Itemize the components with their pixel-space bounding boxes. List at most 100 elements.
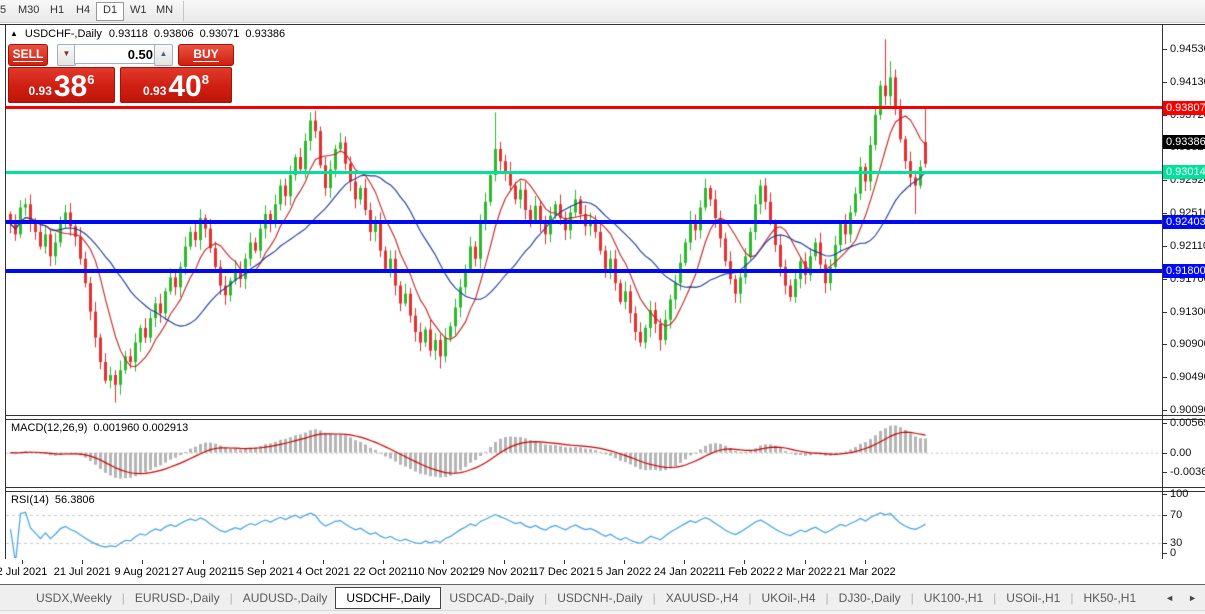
timeframe-button-d1[interactable]: D1 [96,2,124,21]
spin-up-icon: ▲ [160,49,168,58]
chart-symbol-period: USDCHF-,Daily [25,28,102,40]
date-axis-label: 21 Jul 2021 [54,566,111,578]
date-axis-label: 9 Aug 2021 [115,566,171,578]
tab-separator: | [824,591,831,605]
buy-price-big: 40 [168,74,201,100]
date-axis-tick [203,560,204,564]
tab-separator: | [909,591,916,605]
date-axis-tick [323,560,324,564]
date-axis-tick [865,560,866,564]
main-chart-bottom-border [5,415,1205,416]
chart-tab-usdx-weekly[interactable]: USDX,Weekly [28,588,120,608]
rsi-panel[interactable]: RSI(14) 56.3806 [6,492,1162,558]
buy-price-prefix: 0.93 [143,84,166,98]
date-axis-label: 4 Oct 2021 [296,566,350,578]
chart-tab-ukoil-h4[interactable]: UKOil-,H4 [754,588,824,608]
tab-scroll-arrows: ◄► [1165,593,1197,603]
symbol-marker-icon: ▲ [10,29,18,38]
date-axis-label: 2 Mar 2022 [777,566,833,578]
price-axis-tick: 0.94530 [1170,43,1205,55]
macd-axis[interactable]: 0.0056920.00-0.00365 [1163,418,1205,487]
tab-separator: | [991,591,998,605]
price-chart-area[interactable]: ▲ USDCHF-,Daily 0.93118 0.93806 0.93071 … [6,25,1162,415]
date-axis-tick [383,560,384,564]
date-axis-tick [443,560,444,564]
buy-price-display[interactable]: 0.93 40 8 [120,67,232,103]
chart-tab-usoil-h1[interactable]: USOil-,H1 [998,588,1068,608]
date-axis-label: 5 Jan 2022 [597,566,651,578]
macd-axis-tick: 0.005692 [1170,417,1205,429]
rsi-axis[interactable]: 10070300 [1163,490,1205,559]
timeframe-button-5[interactable]: 5 [0,2,12,19]
sell-price-prefix: 0.93 [29,84,52,98]
timeframe-button-m30[interactable]: M30 [12,2,45,19]
chart-tab-usdcnh-daily[interactable]: USDCNH-,Daily [549,588,650,608]
price-axis-tick: 0.94130 [1170,76,1205,88]
sell-price-big: 38 [54,74,87,100]
timeframe-button-h4[interactable]: H4 [70,2,96,19]
rsi-axis-tick: 70 [1170,509,1182,521]
chart-tab-xauusd-h4[interactable]: XAUUSD-,H4 [658,588,747,608]
chart-tab-usdchf-daily[interactable]: USDCHF-,Daily [335,587,441,609]
rsi-canvas[interactable] [6,492,1162,558]
toolbar-separator [183,1,184,21]
macd-panel-bottom-border[interactable] [5,487,1205,488]
chart-tab-usdcad-daily[interactable]: USDCAD-,Daily [441,588,542,608]
price-axis[interactable]: 0.945300.941300.937200.933200.929200.925… [1163,25,1205,415]
date-axis-tick [22,560,23,564]
support-line-teal[interactable] [6,171,1162,174]
chart-tab-dj30-daily[interactable]: DJ30-,Daily [831,588,909,608]
date-axis-tick [744,560,745,564]
tab-separator: | [120,591,127,605]
date-axis-tick [564,560,565,564]
date-axis[interactable]: 2 Jul 202121 Jul 20219 Aug 202127 Aug 20… [0,559,1205,584]
date-axis-label: 24 Jan 2022 [654,566,715,578]
tab-scroll-left-icon[interactable]: ◄ [1165,593,1174,603]
price-axis-tick: 0.90490 [1170,371,1205,383]
timeframe-button-mn[interactable]: MN [150,2,179,19]
timeframe-button-h1[interactable]: H1 [44,2,70,19]
date-axis-label: 11 Feb 2022 [714,566,775,578]
date-axis-tick [805,560,806,564]
support-line-blue-1[interactable] [6,220,1162,224]
tab-separator: | [542,591,549,605]
date-axis-label: 21 Mar 2022 [834,566,896,578]
chart-tab-uk100-h1[interactable]: UK100-,H1 [916,588,991,608]
tab-separator: | [651,591,658,605]
low-value: 0.93071 [200,28,240,40]
resistance-line[interactable] [6,106,1162,109]
price-badge-0.91800: 0.91800 [1163,264,1205,278]
price-badge-0.93014: 0.93014 [1163,165,1205,179]
trading-terminal-window: 5M30H1H4D1W1MN ▲ USDCHF-,Daily 0.93118 0… [0,0,1205,614]
price-axis-tick: 0.90090 [1170,404,1205,416]
sell-button[interactable]: SELL [8,44,48,66]
chart-tab-eurusd-daily[interactable]: EURUSD-,Daily [127,588,228,608]
sell-price-display[interactable]: 0.93 38 6 [8,67,115,103]
buy-button[interactable]: BUY [178,44,234,66]
tab-scroll-right-icon[interactable]: ► [1188,593,1197,603]
buy-price-pip: 8 [202,72,209,87]
timeframe-toolbar: 5M30H1H4D1W1MN [0,0,1205,23]
volume-increase-button[interactable]: ▲ [154,44,173,66]
price-axis-tick: 0.91300 [1170,306,1205,318]
close-value: 0.93386 [245,28,285,40]
price-axis-tick: 0.92110 [1170,240,1205,252]
chart-tab-audusd-daily[interactable]: AUDUSD-,Daily [235,588,336,608]
rsi-value: 56.3806 [55,494,95,506]
macd-label: MACD(12,26,9) 0.001960 0.002913 [11,422,188,434]
timeframe-button-w1[interactable]: W1 [124,2,153,19]
date-axis-tick [263,560,264,564]
ohlc-readout: 0.93118 0.93806 0.93071 0.93386 [109,28,285,40]
date-axis-label: 29 Nov 2021 [472,566,534,578]
status-bar [0,610,1205,614]
chart-tab-hk50-h1[interactable]: HK50-,H1 [1075,588,1144,608]
date-axis-label: 15 Sep 2021 [232,566,294,578]
tab-separator: | [1068,591,1075,605]
date-axis-label: 2 Jul 2021 [0,566,47,578]
volume-input[interactable] [74,44,159,64]
macd-panel[interactable]: MACD(12,26,9) 0.001960 0.002913 [6,420,1162,486]
support-line-blue-2[interactable] [6,269,1162,273]
date-axis-label: 17 Dec 2021 [533,566,595,578]
chart-tab-bar: USDX,Weekly|EURUSD-,Daily|AUDUSD-,DailyU… [0,584,1205,610]
open-value: 0.93118 [109,28,148,40]
